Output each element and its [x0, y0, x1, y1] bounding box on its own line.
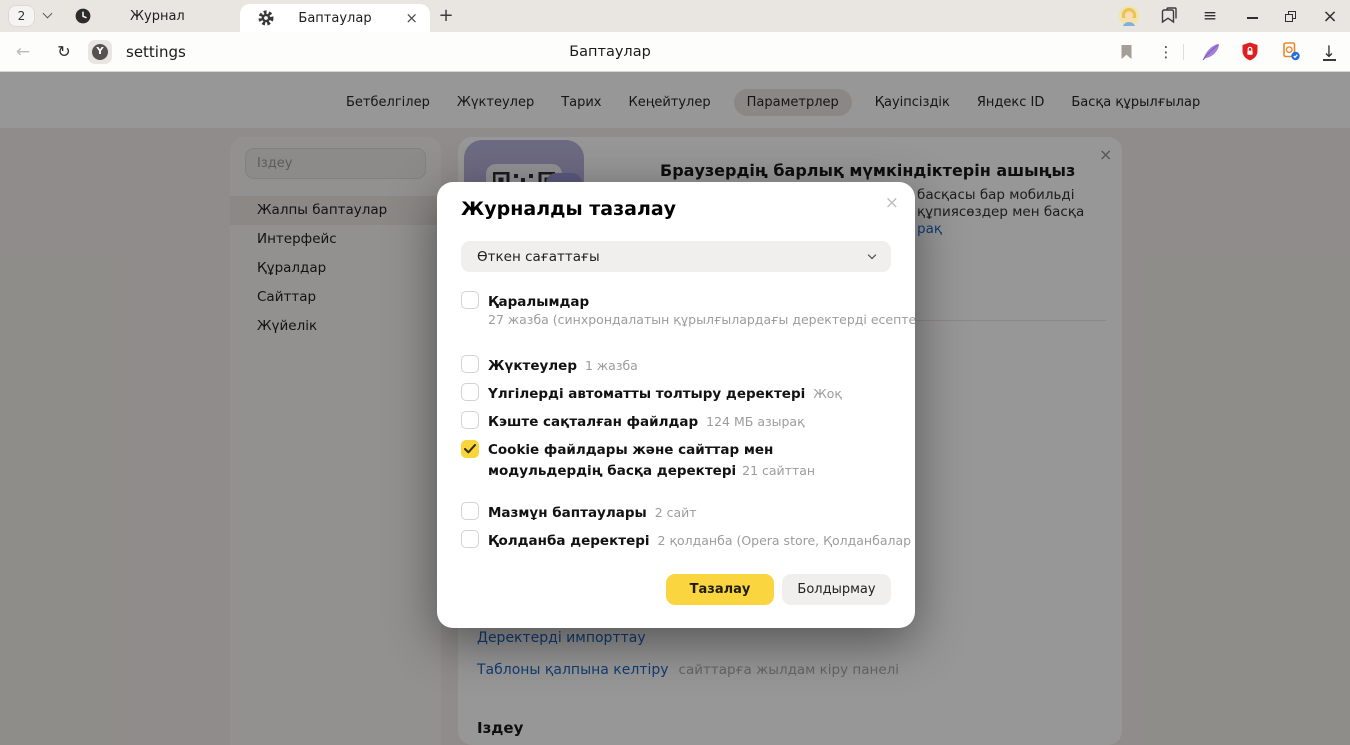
downloads-icon-bar	[1323, 59, 1336, 61]
checkbox-autofill[interactable]	[461, 383, 479, 401]
address-toolbar: ← ↻ Y settings Баптаулар ⋮ ↓	[0, 32, 1350, 72]
toolbar-separator	[1183, 44, 1184, 60]
tab-bar: 2 Журнал Баптаулар × +	[0, 0, 1350, 32]
tab-close-icon[interactable]: ×	[405, 8, 418, 28]
row-detail-autofill: Жоқ	[813, 386, 842, 401]
tab-list-chevron-down-icon[interactable]	[43, 9, 53, 19]
tab-settings-active[interactable]: Баптаулар ×	[240, 4, 430, 32]
row-detail-app-data: 2 қолданба (Opera store, Қолданбалар дүк…	[658, 533, 915, 548]
row-detail-content-settings: 2 сайт	[655, 505, 697, 520]
row-label-cookies[interactable]: Cookie файлдары және сайттар мен модульд…	[488, 442, 773, 479]
row-label-autofill[interactable]: Үлгілерді автоматты толтыру деректері	[488, 386, 805, 402]
tab-history-label: Журнал	[130, 0, 185, 32]
row-label-visited-pages[interactable]: Қаралымдар	[488, 294, 589, 310]
tab-history[interactable]: Журнал	[66, 0, 234, 32]
clear-history-dialog: Журналды тазалау × Өткен сағаттағы Қарал…	[437, 182, 915, 628]
tab-counter-button[interactable]: 2	[8, 5, 35, 27]
checkmark-icon	[464, 444, 476, 454]
browser-menu-icon[interactable]: ≡	[1200, 0, 1220, 32]
row-detail-visited-pages: 27 жазба (синхрондалатын құрылғылардағы …	[488, 312, 915, 327]
address-page-title: Баптаулар	[470, 32, 750, 71]
dialog-close-icon[interactable]: ×	[885, 193, 899, 213]
address-url[interactable]: settings	[126, 32, 186, 71]
reload-icon[interactable]: ↻	[53, 32, 75, 71]
checkbox-visited-pages[interactable]	[461, 291, 479, 309]
checkbox-cookies[interactable]	[461, 440, 479, 458]
row-detail-cookies: 21 сайттан	[742, 463, 815, 478]
bookmark-icon[interactable]	[1119, 44, 1134, 60]
cancel-button[interactable]: Болдырмау	[782, 574, 891, 605]
window-close-icon[interactable]: ×	[1320, 0, 1340, 32]
checkbox-cache[interactable]	[461, 411, 479, 429]
window-minimize-icon[interactable]	[1247, 17, 1258, 19]
row-label-app-data[interactable]: Қолданба деректері	[488, 533, 650, 549]
row-label-content-settings[interactable]: Мазмұн баптаулары	[488, 505, 647, 521]
row-label-downloads[interactable]: Жүктеулер	[488, 358, 577, 374]
dialog-title: Журналды тазалау	[461, 198, 676, 220]
time-range-select[interactable]: Өткен сағаттағы	[461, 241, 891, 272]
back-icon[interactable]: ←	[12, 32, 34, 71]
side-panels-icon[interactable]	[1160, 7, 1178, 25]
row-label-cache[interactable]: Кэште сақталған файлдар	[488, 414, 698, 430]
browser-window: 2 Журнал Баптаулар × +	[0, 0, 1350, 745]
site-favicon[interactable]: Y	[88, 40, 112, 64]
feather-extension-icon[interactable]	[1201, 42, 1221, 62]
row-detail-downloads: 1 жазба	[585, 358, 638, 373]
tab-settings-label: Баптаулар	[240, 4, 430, 32]
checkbox-app-data[interactable]	[461, 530, 479, 548]
checkbox-content-settings[interactable]	[461, 502, 479, 520]
clear-button[interactable]: Тазалау	[666, 574, 774, 605]
shield-adblock-extension-icon[interactable]	[1241, 42, 1259, 61]
avatar[interactable]	[1119, 6, 1139, 26]
time-range-value: Өткен сағаттағы	[477, 241, 600, 272]
kebab-menu-icon[interactable]: ⋮	[1158, 32, 1174, 71]
checkbox-downloads[interactable]	[461, 355, 479, 373]
clock-icon	[75, 8, 91, 24]
row-detail-cache: 124 МБ азырақ	[706, 414, 805, 429]
select-chevron-down-icon	[868, 251, 876, 259]
downloads-icon[interactable]: ↓	[1318, 32, 1340, 71]
new-tab-button[interactable]: +	[434, 4, 458, 28]
docs-extension-icon[interactable]	[1281, 41, 1301, 62]
yandex-logo-icon: Y	[92, 44, 108, 60]
window-restore-icon[interactable]	[1285, 11, 1296, 22]
